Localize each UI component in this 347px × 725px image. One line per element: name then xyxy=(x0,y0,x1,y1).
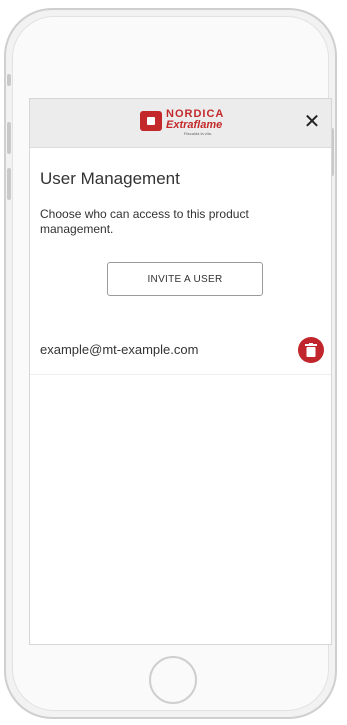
page-title: User Management xyxy=(40,169,180,188)
logo-mark-icon xyxy=(140,111,162,131)
modal-header: NORDICA Extraflame Riscalda la vita. ✕ xyxy=(30,99,331,148)
invite-user-button[interactable]: INVITE A USER xyxy=(107,262,263,296)
app-screen: NORDICA Extraflame Riscalda la vita. ✕ U… xyxy=(29,98,332,645)
brand-logo: NORDICA Extraflame Riscalda la vita. xyxy=(140,107,223,137)
page-description: Choose who can access to this product ma… xyxy=(40,207,249,236)
logo-tagline: Riscalda la vita. xyxy=(184,131,213,136)
logo-wordmark-bottom: Extraflame xyxy=(166,119,223,131)
user-email: example@mt-example.com xyxy=(40,342,199,357)
mute-switch xyxy=(7,74,11,86)
user-list-item: example@mt-example.com xyxy=(30,329,331,375)
volume-down-button xyxy=(7,168,11,200)
home-button[interactable] xyxy=(149,656,197,704)
trash-icon xyxy=(305,343,317,357)
close-icon[interactable]: ✕ xyxy=(301,111,323,133)
delete-user-button[interactable] xyxy=(298,337,324,363)
volume-up-button xyxy=(7,122,11,154)
